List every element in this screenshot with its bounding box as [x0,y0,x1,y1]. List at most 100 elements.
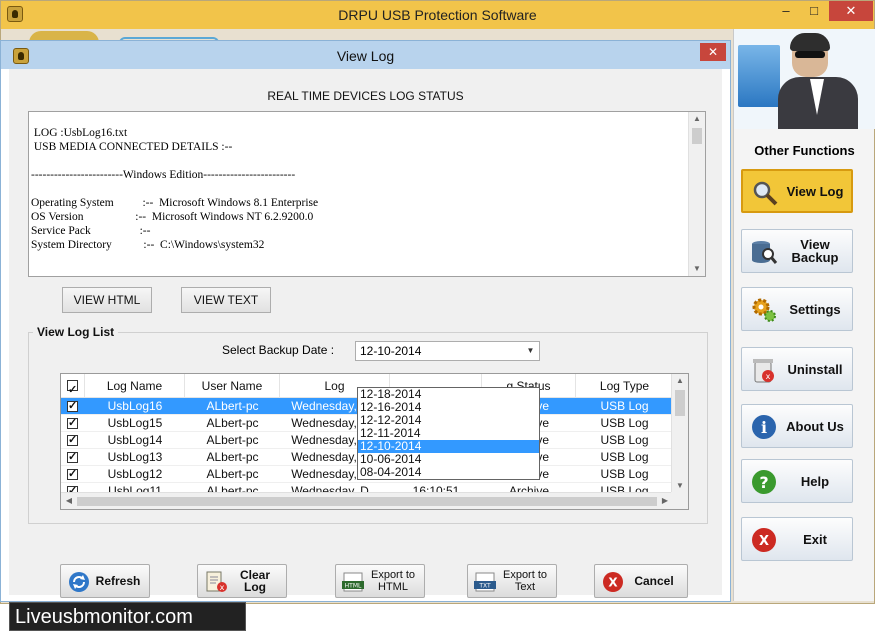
help-button[interactable]: ? Help [741,459,853,503]
magnifier-icon [753,181,778,206]
table-vertical-scrollbar[interactable]: ▲ ▼ [671,374,688,493]
dialog-close-button[interactable]: ✕ [700,43,726,61]
view-log-list-label: View Log List [33,325,119,339]
view-log-button[interactable]: View Log [741,169,853,213]
backup-date-dropdown-list[interactable]: 12-18-2014 12-16-2014 12-12-2014 12-11-2014… [357,387,540,480]
clear-log-button[interactable]: x Clear Log [197,564,287,598]
cell-user: ALbert-pc [206,433,259,447]
export-text-label: Export to Text [502,569,548,593]
maximize-button[interactable]: □ [801,1,827,21]
row-checkbox[interactable] [67,416,78,429]
about-us-label: About Us [786,418,844,434]
cell-name: UsbLog12 [107,467,163,481]
view-backup-button[interactable]: View Backup [741,229,853,273]
row-checkbox[interactable] [67,399,78,412]
info-icon: i [752,415,776,439]
backup-date-value: 12-10-2014 [360,344,422,358]
dialog-body: REAL TIME DEVICES LOG STATUS LOG :UsbLog… [9,69,722,598]
log-line: OS Version :-- Microsoft Windows NT 6.2.… [31,211,314,223]
view-backup-label: View Backup [791,237,839,265]
header-log-name[interactable]: Log Name [85,374,185,398]
export-text-button[interactable]: TXT Export to Text [467,564,557,598]
table-horizontal-scrollbar[interactable]: ◀ ▶ [61,492,673,509]
cancel-button[interactable]: X Cancel [594,564,688,598]
scroll-up-icon[interactable]: ▲ [672,374,688,388]
exit-icon: X [752,528,776,552]
cell-name: UsbLog14 [107,433,163,447]
svg-text:X: X [759,534,769,549]
cell-type: USB Log [600,467,649,481]
row-checkbox[interactable] [67,433,78,446]
header-log-type[interactable]: Log Type [576,374,673,398]
recycle-bin-icon: x [753,359,774,383]
svg-text:X: X [608,576,618,590]
cancel-label: Cancel [634,574,674,588]
scroll-down-icon[interactable]: ▼ [672,479,688,493]
scroll-down-icon[interactable]: ▼ [689,262,705,276]
log-status-heading: REAL TIME DEVICES LOG STATUS [267,89,464,103]
export-html-button[interactable]: HTML Export to HTML [335,564,425,598]
cell-name: UsbLog15 [107,416,163,430]
main-title-bar[interactable]: DRPU USB Protection Software – □ ✕ [1,1,874,29]
select-all-checkbox[interactable] [67,378,78,398]
scroll-thumb[interactable] [77,497,657,506]
uninstall-label: Uninstall [787,361,843,377]
exit-button[interactable]: X Exit [741,517,853,561]
clear-log-label: Clear Log [239,568,271,594]
backup-date-select[interactable]: 12-10-2014 ▼ [355,341,540,361]
close-button[interactable]: ✕ [829,1,873,21]
view-html-button[interactable]: VIEW HTML [62,287,152,313]
cell-name: UsbLog13 [107,450,163,464]
scroll-left-icon[interactable]: ◀ [61,493,77,509]
svg-text:HTML: HTML [345,583,362,590]
monitor-icon [738,45,780,107]
row-checkbox[interactable] [67,450,78,463]
svg-text:TXT: TXT [478,583,491,590]
refresh-label: Refresh [95,574,141,588]
header-user-name[interactable]: User Name [185,374,280,398]
scroll-thumb[interactable] [675,390,685,416]
scrollbar-corner [671,492,688,509]
date-option[interactable]: 08-04-2014 [358,466,539,479]
log-line: Operating System :-- Microsoft Windows 8… [31,197,319,209]
refresh-icon [69,572,89,592]
settings-label: Settings [789,301,841,317]
row-checkbox[interactable] [67,467,78,480]
settings-button[interactable]: Settings [741,287,853,331]
about-us-button[interactable]: i About Us [741,404,853,448]
database-search-icon [752,241,778,264]
log-scrollbar[interactable]: ▲ ▼ [688,112,705,276]
view-text-button[interactable]: VIEW TEXT [181,287,271,313]
minimize-button[interactable]: – [773,1,799,21]
cell-user: ALbert-pc [206,467,259,481]
cell-type: USB Log [600,416,649,430]
log-line: Service Pack :-- [31,225,151,237]
cell-user: ALbert-pc [206,416,259,430]
other-functions-heading: Other Functions [754,143,855,158]
cell-type: USB Log [600,399,649,413]
view-log-label: View Log [786,183,844,199]
log-line: System Directory :-- C:\Windows\system32 [31,239,265,251]
cancel-icon: X [603,572,623,592]
exit-label: Exit [803,531,827,547]
log-line: LOG :UsbLog16.txt [31,127,128,139]
svg-text:x: x [766,372,771,381]
header-select-all[interactable] [61,374,85,398]
svg-text:i: i [761,418,767,437]
main-window-title: DRPU USB Protection Software [338,7,537,23]
sunglasses-graphic [795,51,825,58]
dialog-title-bar[interactable]: View Log ✕ [1,41,730,69]
chevron-down-icon[interactable]: ▼ [522,342,539,360]
scroll-up-icon[interactable]: ▲ [689,112,705,126]
log-text-area[interactable]: LOG :UsbLog16.txt USB MEDIA CONNECTED DE… [28,111,706,277]
uninstall-button[interactable]: x Uninstall [741,347,853,391]
dialog-title: View Log [336,48,395,64]
cell-name: UsbLog16 [107,399,163,413]
export-html-label: Export to HTML [370,569,416,593]
help-icon: ? [752,470,776,494]
scroll-thumb[interactable] [692,128,702,144]
refresh-button[interactable]: Refresh [60,564,150,598]
hero-image [734,29,875,129]
